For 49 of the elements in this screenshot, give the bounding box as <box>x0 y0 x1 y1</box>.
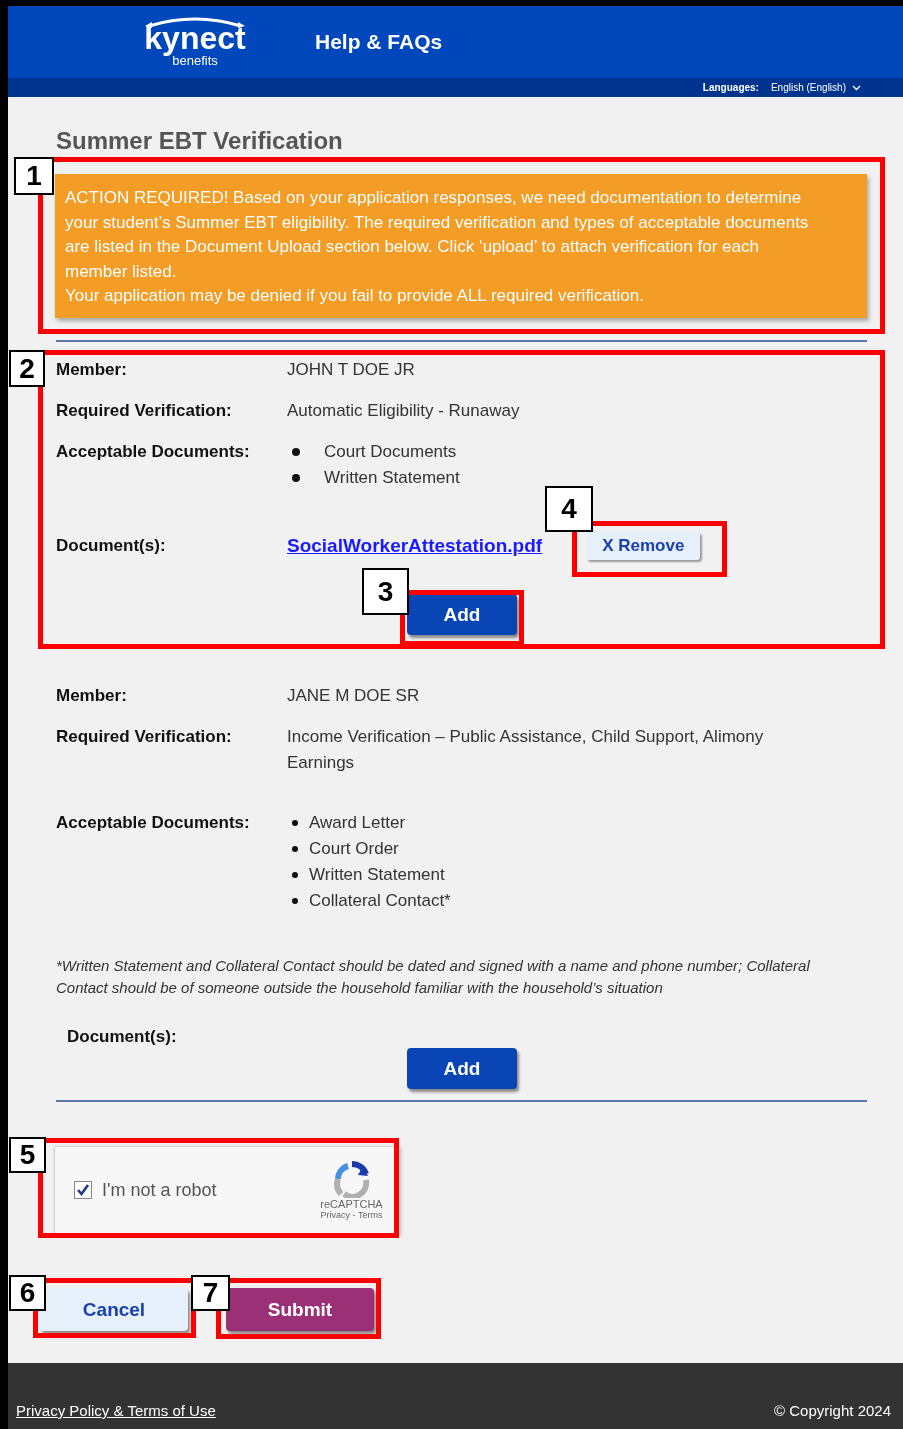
field-label: Member: <box>56 685 128 707</box>
callout-number: 2 <box>9 350 45 387</box>
member-name: JOHN T DOE JR <box>287 359 416 381</box>
callout-number: 4 <box>545 486 593 532</box>
callout-number: 1 <box>14 157 54 195</box>
languages-label: Languages: <box>702 82 759 93</box>
privacy-link[interactable]: Privacy Policy & Terms of Use <box>16 1402 216 1419</box>
logo-text: kynect <box>144 22 246 54</box>
verification-text: Automatic Eligibility - Runaway <box>287 400 521 422</box>
callout-number: 7 <box>191 1275 230 1311</box>
add-button[interactable]: Add <box>407 594 517 635</box>
document-type: Collateral Contact* <box>309 890 451 912</box>
alert-text: ACTION REQUIRED! Based on your application responses, we need documentation to determine your student’s Summer EBT eligibility. The required verification and types of acceptable documents are listed in the Document Upload section below. Click ‘upload’ to attach verification for each member listed. <box>65 187 810 283</box>
callout-number: 3 <box>362 568 409 615</box>
field-label: Document(s): <box>56 535 167 557</box>
remove-button[interactable]: X Remove <box>586 532 701 560</box>
page-title: Summer EBT Verification <box>56 127 344 155</box>
footnote-text: *Written Statement and Collateral Contact should be dated and signed with a name and phone number; Collateral Contact should be of someone outside the household familiar with the household’s situation <box>56 956 811 998</box>
language-select[interactable]: English (English) <box>770 82 861 93</box>
captcha-label: I'm not a robot <box>102 1179 218 1201</box>
captcha-checkbox[interactable] <box>74 1181 92 1199</box>
add-button[interactable]: Add <box>407 1048 517 1089</box>
field-label: Document(s): <box>67 1026 178 1048</box>
captcha-brand: reCAPTCHA <box>320 1198 383 1210</box>
help-link[interactable]: Help & FAQs <box>315 30 443 54</box>
cancel-button[interactable]: Cancel <box>40 1288 188 1331</box>
logo-subtext: benefits <box>172 54 218 68</box>
file-link[interactable]: SocialWorkerAttestation.pdf <box>287 533 543 559</box>
submit-button[interactable]: Submit <box>226 1288 374 1331</box>
member-name: JANE M DOE SR <box>287 685 421 707</box>
callout-number: 6 <box>9 1275 46 1311</box>
field-label: Required Verification: <box>56 400 233 422</box>
verification-text: Income Verification – Public Assistance, Child Support, Alimony Earnings <box>287 726 765 774</box>
document-type: Written Statement <box>309 864 445 886</box>
document-type: Court Order <box>309 838 399 860</box>
copyright-text: © Copyright 2024 <box>774 1402 891 1419</box>
document-type: Court Documents <box>324 441 457 463</box>
logo-arc-icon <box>145 16 245 28</box>
field-label: Required Verification: <box>56 726 233 748</box>
field-label: Acceptable Documents: <box>56 812 251 834</box>
document-type: Written Statement <box>324 467 460 489</box>
callout-number: 5 <box>9 1137 46 1173</box>
recaptcha-logo-icon <box>332 1160 371 1198</box>
captcha-links: Privacy - Terms <box>320 1210 383 1220</box>
field-label: Member: <box>56 359 128 381</box>
document-type: Award Letter <box>309 812 406 834</box>
chevron-icon <box>852 84 861 91</box>
alert-text: Your application may be denied if you fail to provide ALL required verification. <box>65 285 644 307</box>
field-label: Acceptable Documents: <box>56 441 251 463</box>
